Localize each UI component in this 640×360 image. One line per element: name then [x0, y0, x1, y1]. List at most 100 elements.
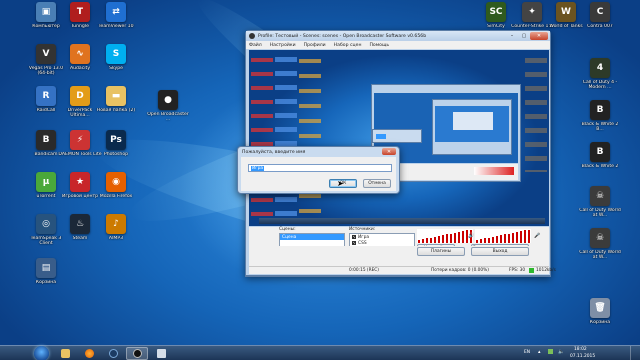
status-fps: FPS: 30	[509, 268, 526, 273]
language-indicator[interactable]: EN	[524, 350, 530, 355]
mouse-cursor-icon: ➤	[337, 179, 344, 188]
blackwhite2b-icon: B	[590, 142, 610, 162]
meter-bar	[422, 239, 424, 243]
checkbox[interactable]	[352, 235, 356, 239]
volume-icon[interactable]: 🔈	[558, 349, 564, 355]
desktop-icon-label: Contra 007	[587, 24, 613, 29]
speaker-icon[interactable]: 🔊	[468, 233, 474, 239]
meter-bar	[488, 237, 490, 243]
desktop-icon-codwaw[interactable]: ☠ Call of Duty World at W...	[578, 186, 622, 232]
teamviewer-icon: ⇄	[106, 2, 126, 22]
start-button[interactable]	[34, 346, 49, 360]
plugins-button[interactable]: Плагины	[417, 247, 465, 256]
desktop-icon-label: Photoshop	[103, 152, 129, 157]
obs-bottom-area: Плагины Выход 0:00:15 (REC) Потери кадро…	[245, 246, 556, 276]
blackwhite2a-icon: B	[590, 100, 610, 120]
clock-date[interactable]: 07.11.2015	[570, 354, 595, 359]
clock-time[interactable]: 18:02	[574, 347, 587, 352]
meter-bar	[434, 236, 436, 243]
desktop-icon-cod4[interactable]: 4 Call of Duty 4 - Modern ...	[578, 58, 622, 104]
taskbar-media[interactable]	[102, 347, 124, 360]
meter-bar	[442, 235, 444, 243]
desktop-icon-hinaa[interactable]: ▬ Новая папка (2)	[94, 86, 138, 132]
source-label: CSS	[358, 240, 367, 246]
desktop-icon-label: Mozilla Firefox	[99, 194, 133, 199]
exit-button[interactable]: Выход	[471, 247, 529, 256]
menu-item[interactable]: Помощь	[369, 43, 389, 48]
audacity-icon: ∿	[70, 44, 90, 64]
vegas-icon: V	[36, 44, 56, 64]
taskbar-firefox[interactable]	[78, 347, 100, 360]
status-dropped-frames: Потери кадров: 0 (0.00%)	[431, 268, 489, 273]
show-desktop-button[interactable]	[630, 346, 640, 360]
status-time: 0:00:15 (REC)	[349, 268, 379, 273]
desktop-icon-obs[interactable]: ● Open Broadcaster ...	[146, 90, 190, 136]
desktop-icon-firefox[interactable]: ◉ Mozilla Firefox	[94, 172, 138, 218]
dialog-close-button[interactable]: ✕	[382, 148, 396, 155]
mic-icon[interactable]: 🎤	[534, 233, 540, 239]
obs-preview	[249, 50, 549, 226]
taskbar-obs[interactable]	[126, 347, 148, 360]
explorer-icon: ▤	[36, 258, 56, 278]
network-icon[interactable]	[548, 349, 553, 354]
tunngle-icon: T	[70, 2, 90, 22]
desktop-icon-label: Новая папка (2)	[96, 108, 136, 113]
menu-item[interactable]: Настройки	[270, 43, 296, 48]
menu-item[interactable]: Набор сцен	[334, 43, 362, 48]
meter-bar	[512, 232, 514, 243]
source-label: Игра	[358, 234, 370, 240]
simcity-icon: SC	[486, 2, 506, 22]
meter-bar	[500, 235, 502, 243]
desktop-icon-label: Call of Duty World at W...	[579, 250, 621, 261]
audio-meter-desktop	[417, 229, 473, 243]
recycle-icon: 🗑	[590, 298, 610, 318]
desktop-icon-aimp[interactable]: ♪ AIMP3	[94, 214, 138, 260]
obs-title-text: Profile: Тестовый - Scenes: scenes - Ope…	[258, 33, 427, 39]
cs-icon: ✦	[522, 2, 542, 22]
desktop-icon-blackwhite2a[interactable]: B Black & White 2 B...	[578, 100, 622, 146]
name-input[interactable]: Игра	[248, 164, 392, 172]
photoshop-icon: Ps	[106, 130, 126, 150]
minimize-button[interactable]: –	[506, 32, 518, 40]
close-button[interactable]: ✕	[530, 32, 548, 40]
desktop-icon-codwaw2[interactable]: ☠ Call of Duty World at W...	[578, 228, 622, 274]
cancel-button[interactable]: Отмена	[363, 179, 391, 188]
scene-item[interactable]: Сцена	[280, 234, 344, 240]
desktop-icon-label: Skype	[109, 66, 123, 71]
meter-bar	[458, 232, 460, 243]
wot-icon: W	[556, 2, 576, 22]
desktop-icon-explorer[interactable]: ▤ Корзина	[24, 258, 68, 304]
desktop-icon-teamviewer[interactable]: ⇄ TeamViewer 10	[94, 2, 138, 48]
name-dialog[interactable]: Пожалуйста, введите имя ✕ Игра ОК Отмена…	[237, 146, 400, 194]
contra-icon: C	[590, 2, 610, 22]
meter-bar	[438, 236, 440, 243]
meter-bar	[454, 232, 456, 243]
obs-icon: ●	[158, 90, 178, 110]
meter-bar	[520, 231, 522, 243]
taskbar: EN ▴ 🔈 18:02 07.11.2015	[0, 345, 640, 360]
dialog-titlebar[interactable]: Пожалуйста, введите имя ✕	[238, 147, 399, 157]
menu-item[interactable]: Профили	[304, 43, 326, 48]
desktop-icon-blackwhite2b[interactable]: B Black & White 2	[578, 142, 622, 188]
taskbar-explorer[interactable]	[54, 347, 76, 360]
maximize-button[interactable]: ▢	[518, 32, 530, 40]
desktop-icon-contra[interactable]: C Contra 007	[578, 2, 622, 48]
meter-bar	[496, 236, 498, 243]
menu-item[interactable]: Файл	[249, 43, 262, 48]
status-indicator-icon	[529, 268, 534, 273]
codwaw2-icon: ☠	[590, 228, 610, 248]
meter-bar	[480, 239, 482, 243]
desktop-icon-photoshop[interactable]: Ps Photoshop	[94, 130, 138, 176]
tray-arrow-icon[interactable]: ▴	[538, 349, 541, 355]
meter-bar	[430, 237, 432, 243]
desktop-icon-label: Корзина	[589, 320, 611, 325]
obs-titlebar[interactable]: Profile: Тестовый - Scenes: scenes - Ope…	[246, 31, 550, 41]
utorrent-icon: µ	[36, 172, 56, 192]
desktop-icon-label: Open Broadcaster ...	[147, 112, 189, 123]
desktop-icon-label: Black & White 2	[581, 164, 619, 169]
adobe-app-icon: ⚡	[70, 130, 90, 150]
checkbox[interactable]	[352, 241, 356, 245]
taskbar-app[interactable]	[150, 347, 172, 360]
desktop-icon-recycle[interactable]: 🗑 Корзина	[578, 298, 622, 344]
desktop-icon-skype[interactable]: S Skype	[94, 44, 138, 90]
